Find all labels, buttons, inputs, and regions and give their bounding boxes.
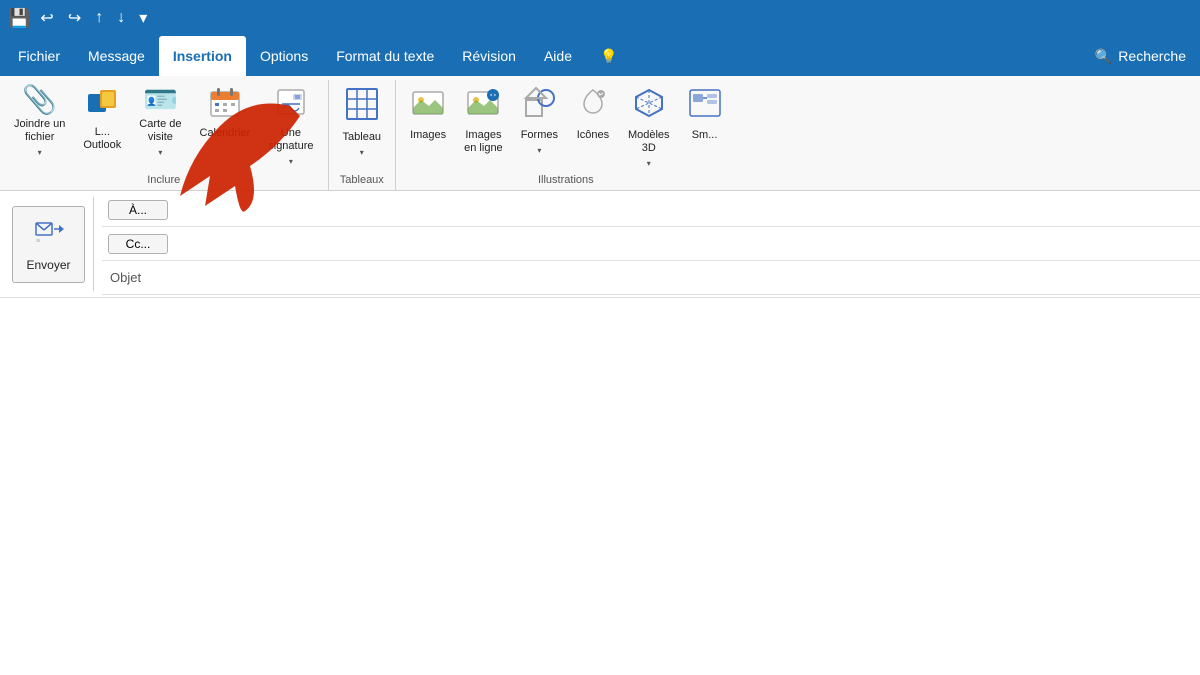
send-label: Envoyer bbox=[26, 258, 70, 272]
ribbon-btn-smartart[interactable]: Sm... bbox=[680, 82, 730, 146]
ribbon: 📎 Joindre un fichier ▾ L... Outlook bbox=[0, 76, 1200, 191]
ribbon-btn-carte[interactable]: 🪪 Carte de visite ▾ bbox=[131, 82, 189, 161]
carte-icon: 🪪 bbox=[143, 86, 178, 114]
ribbon-btn-images-enligne[interactable]: Images en ligne bbox=[456, 82, 511, 159]
email-body[interactable] bbox=[0, 298, 1200, 498]
tableau-label: Tableau bbox=[343, 131, 382, 144]
ribbon-group-illustrations-items: Images Images en ligne bbox=[402, 82, 729, 172]
save-icon[interactable]: 💾 bbox=[8, 8, 30, 29]
images-label: Images bbox=[410, 129, 446, 142]
images-enligne-label: Images en ligne bbox=[464, 129, 503, 155]
inclure-group-label: Inclure bbox=[6, 172, 322, 190]
menu-options[interactable]: Options bbox=[246, 36, 322, 76]
ribbon-btn-tableau[interactable]: Tableau ▾ bbox=[335, 82, 390, 161]
ribbon-group-inclure-items: 📎 Joindre un fichier ▾ L... Outlook bbox=[6, 82, 322, 172]
signature-dropdown: ▾ bbox=[289, 157, 293, 166]
calendrier-label: Calendrier bbox=[200, 127, 251, 140]
cc-input[interactable] bbox=[174, 234, 1200, 253]
compose-header: ≡ Envoyer À... Cc... Objet bbox=[0, 191, 1200, 298]
cc-button[interactable]: Cc... bbox=[108, 234, 168, 254]
illustrations-group-label: Illustrations bbox=[402, 172, 729, 190]
ribbon-btn-joindre[interactable]: 📎 Joindre un fichier ▾ bbox=[6, 82, 73, 161]
signature-icon bbox=[275, 86, 307, 123]
images-icon bbox=[411, 86, 445, 125]
down-button[interactable]: ↓ bbox=[113, 7, 129, 29]
carte-label: Carte de visite bbox=[139, 118, 181, 144]
ribbon-group-tableaux-items: Tableau ▾ bbox=[335, 82, 390, 172]
ribbon-group-illustrations: Images Images en ligne bbox=[396, 80, 735, 190]
ribbon-btn-icones[interactable]: Icônes bbox=[568, 82, 618, 146]
ribbon-btn-outlook[interactable]: L... Outlook bbox=[75, 82, 129, 156]
tableau-icon bbox=[344, 86, 380, 127]
svg-text:≡: ≡ bbox=[36, 238, 40, 245]
smartart-icon bbox=[688, 86, 722, 125]
compose-area: ≡ Envoyer À... Cc... Objet bbox=[0, 191, 1200, 498]
search-label: Recherche bbox=[1118, 48, 1186, 64]
smartart-label: Sm... bbox=[692, 129, 718, 142]
undo-button[interactable]: ↩ bbox=[36, 6, 57, 30]
menu-aide[interactable]: Aide bbox=[530, 36, 586, 76]
send-btn-container: ≡ Envoyer bbox=[4, 197, 94, 291]
subject-field-row: Objet bbox=[102, 261, 1200, 295]
menu-lightbulb[interactable]: 💡 bbox=[586, 36, 631, 76]
search-area[interactable]: 🔍 Recherche bbox=[1085, 36, 1196, 76]
menu-insertion[interactable]: Insertion bbox=[159, 36, 246, 76]
icones-icon bbox=[576, 86, 610, 125]
ribbon-group-tableaux: Tableau ▾ Tableaux bbox=[329, 80, 397, 190]
to-field-row: À... bbox=[102, 193, 1200, 227]
attachment-icon: 📎 bbox=[22, 86, 57, 114]
modeles3d-label: Modèles 3D bbox=[628, 129, 670, 155]
search-icon: 🔍 bbox=[1095, 48, 1112, 65]
cc-field-row: Cc... bbox=[102, 227, 1200, 261]
formes-icon bbox=[522, 86, 556, 125]
send-icon: ≡ bbox=[34, 217, 64, 254]
menu-bar: Fichier Message Insertion Options Format… bbox=[0, 36, 1200, 76]
joindre-label: Joindre un fichier bbox=[14, 118, 65, 144]
images-enligne-icon bbox=[466, 86, 500, 125]
ribbon-group-inclure: 📎 Joindre un fichier ▾ L... Outlook bbox=[0, 80, 329, 190]
ribbon-wrapper: 📎 Joindre un fichier ▾ L... Outlook bbox=[0, 76, 1200, 191]
redo-button[interactable]: ↪ bbox=[64, 6, 85, 30]
outlook-label: L... Outlook bbox=[83, 126, 121, 152]
menu-format[interactable]: Format du texte bbox=[322, 36, 448, 76]
fields-area: À... Cc... Objet bbox=[102, 193, 1200, 295]
signature-label: Une signature bbox=[268, 127, 313, 153]
title-bar: 💾 ↩ ↪ ↑ ↓ ▾ bbox=[0, 0, 1200, 36]
formes-label: Formes bbox=[521, 129, 558, 142]
tableaux-group-label: Tableaux bbox=[335, 172, 390, 190]
modeles3d-icon bbox=[632, 86, 666, 125]
menu-revision[interactable]: Révision bbox=[448, 36, 530, 76]
up-button[interactable]: ↑ bbox=[91, 7, 107, 29]
icones-label: Icônes bbox=[577, 129, 609, 142]
carte-dropdown: ▾ bbox=[158, 148, 162, 157]
ribbon-btn-images[interactable]: Images bbox=[402, 82, 454, 146]
menu-fichier[interactable]: Fichier bbox=[4, 36, 74, 76]
ribbon-btn-formes[interactable]: Formes ▾ bbox=[513, 82, 566, 159]
joindre-dropdown: ▾ bbox=[38, 148, 42, 157]
subject-input[interactable] bbox=[152, 268, 1200, 287]
to-input[interactable] bbox=[174, 200, 1200, 219]
to-button[interactable]: À... bbox=[108, 200, 168, 220]
tableau-dropdown: ▾ bbox=[360, 148, 364, 157]
ribbon-btn-modeles3d[interactable]: Modèles 3D ▾ bbox=[620, 82, 678, 172]
ribbon-btn-signature[interactable]: Une signature ▾ bbox=[260, 82, 321, 170]
outlook-icon bbox=[86, 86, 118, 122]
menu-message[interactable]: Message bbox=[74, 36, 159, 76]
calendrier-icon bbox=[209, 86, 241, 123]
modeles3d-dropdown: ▾ bbox=[647, 159, 651, 168]
subject-label: Objet bbox=[102, 270, 152, 285]
send-button[interactable]: ≡ Envoyer bbox=[12, 206, 85, 283]
formes-dropdown: ▾ bbox=[537, 146, 541, 155]
ribbon-btn-calendrier[interactable]: Calendrier bbox=[192, 82, 259, 144]
more-button[interactable]: ▾ bbox=[135, 6, 151, 30]
